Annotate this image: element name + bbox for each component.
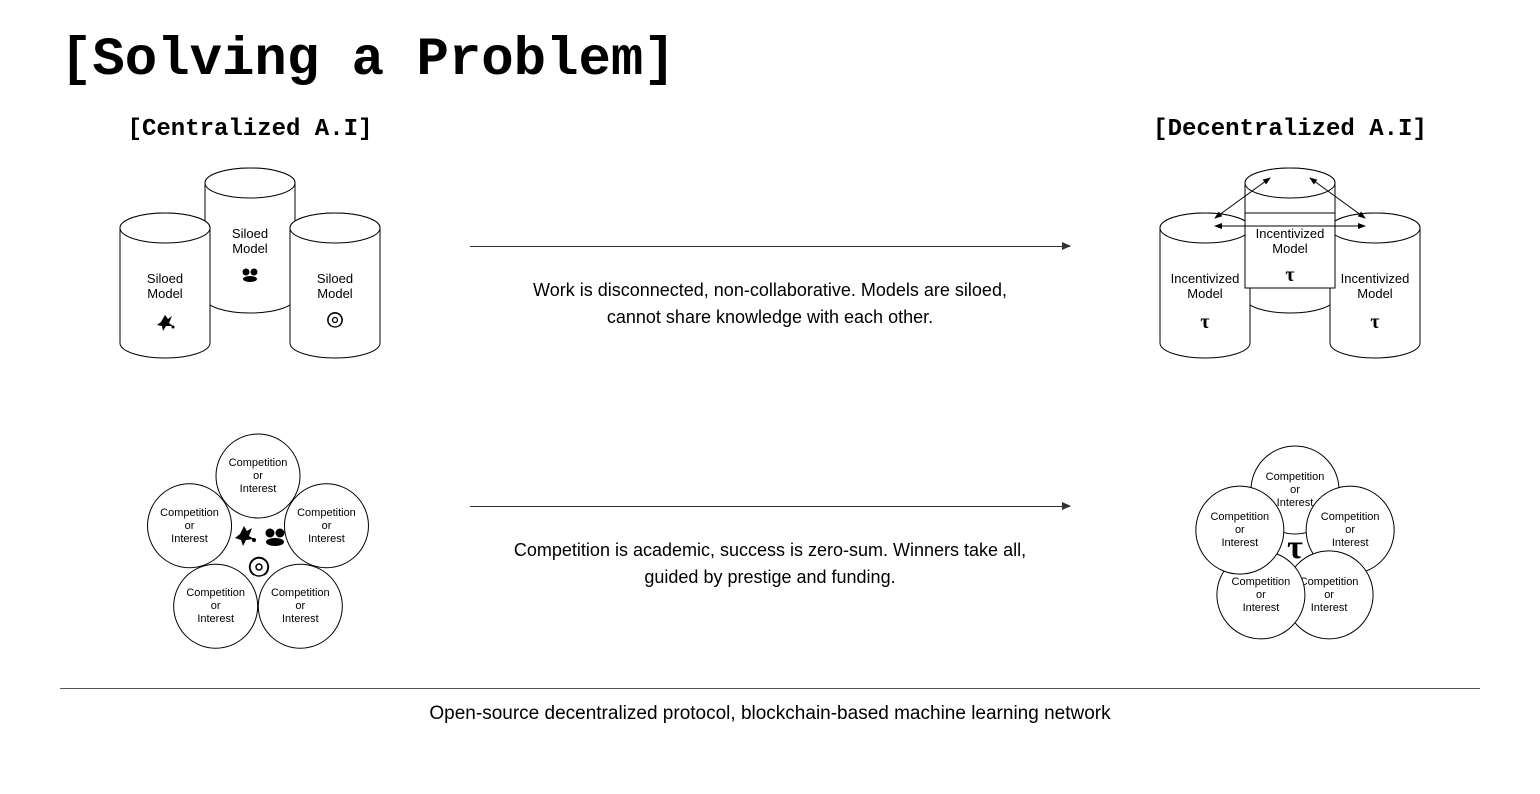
heading-decentralized: [Decentralized A.I] — [1153, 116, 1427, 143]
svg-text:or: or — [211, 600, 221, 612]
svg-text:Interest: Interest — [171, 533, 208, 545]
svg-text:Interest: Interest — [1311, 602, 1348, 614]
svg-text:Interest: Interest — [1221, 537, 1258, 549]
description-row1: Work is disconnected, non-collaborative.… — [510, 277, 1030, 331]
svg-text:Interest: Interest — [1243, 602, 1280, 614]
svg-text:Competition: Competition — [1210, 511, 1269, 523]
svg-text:Model: Model — [1187, 286, 1223, 301]
svg-text:Competition: Competition — [1321, 511, 1380, 523]
svg-text:Competition: Competition — [229, 457, 288, 469]
svg-text:or: or — [253, 470, 263, 482]
svg-text:Incentivized: Incentivized — [1256, 226, 1325, 241]
heading-centralized: [Centralized A.I] — [128, 116, 373, 143]
diagram-decentralized-incentivized: Incentivized Model τ Incentivized Model … — [1100, 158, 1480, 418]
svg-text:or: or — [1345, 524, 1355, 536]
svg-text:or: or — [1235, 524, 1245, 536]
svg-text:Competition: Competition — [186, 587, 245, 599]
svg-text:Model: Model — [317, 286, 353, 301]
svg-text:Competition: Competition — [297, 507, 356, 519]
diagram-centralized-silos: Siloed Model Siloed Model — [60, 158, 440, 418]
svg-text:Siloed: Siloed — [232, 226, 268, 241]
svg-text:Model: Model — [1272, 241, 1308, 256]
svg-text:Incentivized: Incentivized — [1171, 271, 1240, 286]
svg-text:Interest: Interest — [1332, 537, 1369, 549]
arrow-row1 — [470, 246, 1070, 247]
svg-text:τ: τ — [1285, 264, 1294, 286]
svg-text:Competition: Competition — [160, 507, 219, 519]
svg-text:Model: Model — [232, 241, 268, 256]
svg-text:or: or — [1290, 484, 1300, 496]
svg-text:Incentivized: Incentivized — [1341, 271, 1410, 286]
svg-text:τ: τ — [1370, 311, 1379, 333]
svg-text:Interest: Interest — [282, 613, 319, 625]
svg-text:Siloed: Siloed — [147, 271, 183, 286]
svg-text:or: or — [185, 520, 195, 532]
svg-text:Competition: Competition — [1300, 576, 1359, 588]
svg-text:τ: τ — [1287, 529, 1303, 566]
svg-text:Interest: Interest — [197, 613, 234, 625]
svg-text:Competition: Competition — [1266, 471, 1325, 483]
svg-text:τ: τ — [1200, 311, 1209, 333]
description-row2: Competition is academic, success is zero… — [510, 537, 1030, 591]
svg-text:or: or — [295, 600, 305, 612]
svg-text:Model: Model — [1357, 286, 1393, 301]
page-title: [Solving a Problem] — [60, 30, 1480, 91]
svg-text:or: or — [1324, 589, 1334, 601]
svg-text:Competition: Competition — [271, 587, 330, 599]
svg-text:Model: Model — [147, 286, 183, 301]
footer-text: Open-source decentralized protocol, bloc… — [60, 688, 1480, 725]
svg-text:or: or — [1256, 589, 1266, 601]
arrow-row2 — [470, 506, 1070, 507]
diagram-decentralized-competition: CompetitionorInterestCompetitionorIntere… — [1100, 418, 1480, 678]
svg-text:Interest: Interest — [1277, 497, 1314, 509]
diagram-centralized-competition: CompetitionorInterestCompetitionorIntere… — [60, 418, 440, 678]
svg-text:Interest: Interest — [240, 483, 277, 495]
svg-text:Competition: Competition — [1232, 576, 1291, 588]
svg-text:Siloed: Siloed — [317, 271, 353, 286]
svg-text:or: or — [322, 520, 332, 532]
svg-text:Interest: Interest — [308, 533, 345, 545]
